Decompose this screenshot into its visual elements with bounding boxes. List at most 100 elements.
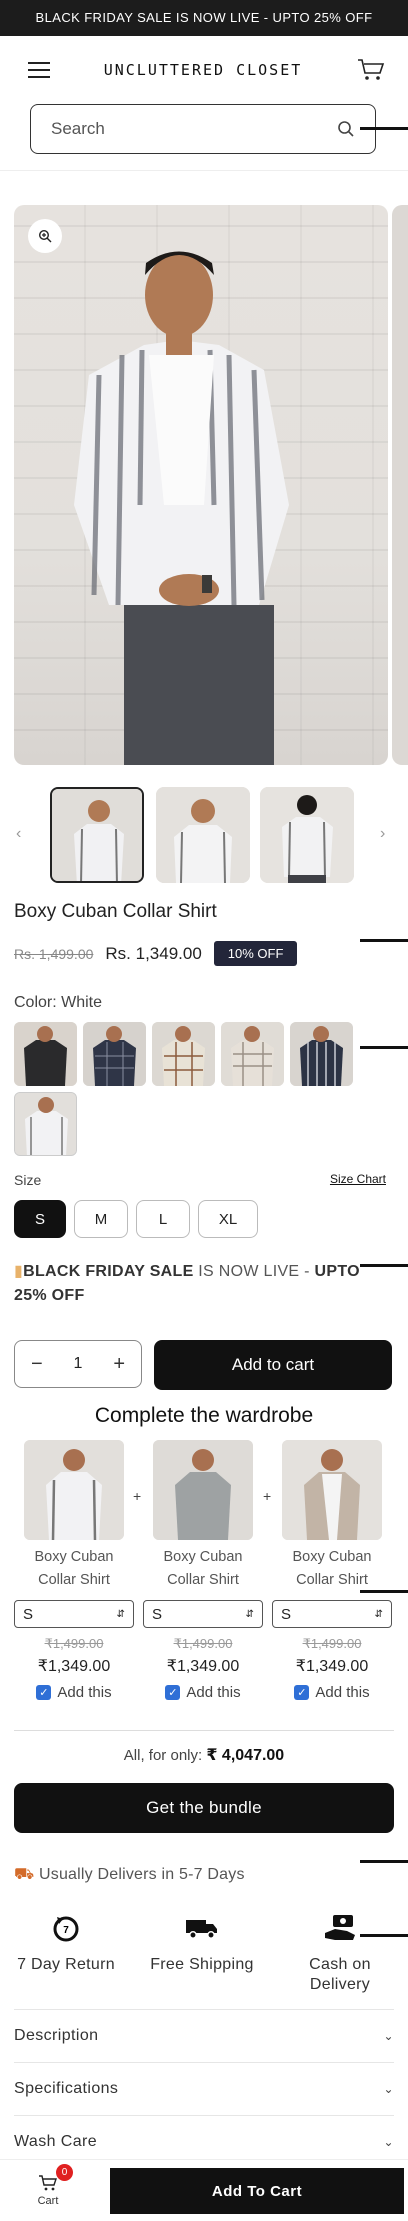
truck-icon: ⛟ bbox=[14, 1866, 35, 1883]
banner-highlight: BLACK FRIDAY SALE bbox=[23, 1263, 194, 1280]
product-title: Boxy Cuban Collar Shirt bbox=[14, 901, 217, 922]
sticky-add-to-cart-button[interactable]: Add To Cart bbox=[110, 2168, 404, 2214]
edge-marker bbox=[360, 1264, 408, 1267]
divider bbox=[14, 1730, 394, 1731]
bundle-compare-price: ₹1,499.00 bbox=[173, 1636, 233, 1651]
feature-item: Free Shipping bbox=[142, 1911, 262, 1975]
price-row: Rs. 1,499.00 Rs. 1,349.00 10% OFF bbox=[14, 941, 408, 966]
bundle-item-name: Boxy Cuban Collar Shirt bbox=[292, 1549, 372, 1588]
bundle-size-value: S bbox=[23, 1605, 34, 1623]
feature-label: Free Shipping bbox=[150, 1956, 254, 1973]
bundle-size-select[interactable]: S ⇵ bbox=[143, 1600, 263, 1628]
bundle-item: Boxy Cuban Collar Shirt S ⇵ ₹1,499.00 ₹1,… bbox=[272, 1440, 392, 1701]
bundle-size-select[interactable]: S ⇵ bbox=[14, 1600, 134, 1628]
edge-marker bbox=[360, 127, 408, 130]
quantity-value[interactable]: 1 bbox=[74, 1355, 83, 1373]
bundle-total: All, for only: ₹ 4,047.00 bbox=[0, 1745, 408, 1765]
next-image-peek[interactable] bbox=[392, 205, 408, 765]
tag-icon: ▮ bbox=[14, 1263, 24, 1280]
features-row: 7 7 Day Return Free Shipping Cash on Del… bbox=[0, 1911, 408, 1999]
sale-price: Rs. 1,349.00 bbox=[105, 943, 202, 963]
chevron-down-icon: ⌄ bbox=[383, 2082, 394, 2096]
edge-marker bbox=[360, 939, 408, 942]
zoom-button[interactable] bbox=[28, 219, 62, 253]
thumbnail[interactable] bbox=[50, 787, 144, 883]
discount-badge: 10% OFF bbox=[213, 941, 298, 966]
checkbox-icon[interactable]: ✓ bbox=[294, 1685, 310, 1700]
get-bundle-button[interactable]: Get the bundle bbox=[14, 1783, 394, 1833]
product-image[interactable] bbox=[14, 205, 388, 765]
thumbnail[interactable] bbox=[156, 787, 250, 883]
bundle-heading: Complete the wardrobe bbox=[94, 1404, 314, 1427]
sale-banner: ▮BLACK FRIDAY SALE IS NOW LIVE - UPTO 25… bbox=[14, 1260, 394, 1308]
bundle-compare-price: ₹1,499.00 bbox=[302, 1636, 362, 1651]
bundle-item-image[interactable] bbox=[24, 1440, 124, 1540]
search-input[interactable]: Search bbox=[30, 104, 376, 154]
delivery-text: Usually Delivers in 5-7 Days bbox=[38, 1866, 245, 1883]
menu-icon[interactable] bbox=[28, 62, 50, 78]
bundle-size-select[interactable]: S ⇵ bbox=[272, 1600, 392, 1628]
feature-label: Cash on Delivery bbox=[309, 1956, 371, 1993]
bundle-add-checkbox[interactable]: ✓ Add this bbox=[143, 1684, 263, 1701]
bundle-section: Boxy Cuban Collar Shirt S ⇵ ₹1,499.00 ₹1,… bbox=[0, 1440, 408, 1730]
header: UNCLUTTERED CLOSET bbox=[0, 36, 408, 104]
color-swatches bbox=[14, 1022, 364, 1156]
updown-icon: ⇵ bbox=[245, 1608, 254, 1620]
checkbox-icon[interactable]: ✓ bbox=[36, 1685, 52, 1700]
sticky-cart-button[interactable]: Cart 0 bbox=[0, 2164, 96, 2207]
search-icon[interactable] bbox=[337, 120, 355, 138]
sticky-cart-bar: Cart 0 Add To Cart bbox=[0, 2159, 408, 2221]
thumbnail-strip: ‹ › bbox=[0, 787, 408, 883]
product-gallery[interactable] bbox=[14, 205, 408, 765]
color-swatch[interactable] bbox=[290, 1022, 353, 1086]
bundle-total-label: All, for only: bbox=[123, 1747, 203, 1764]
bundle-add-checkbox[interactable]: ✓ Add this bbox=[14, 1684, 134, 1701]
size-option-m[interactable]: M bbox=[74, 1200, 128, 1238]
bundle-item-name: Boxy Cuban Collar Shirt bbox=[163, 1549, 243, 1588]
color-swatch[interactable] bbox=[152, 1022, 215, 1086]
minus-icon[interactable]: − bbox=[31, 1353, 43, 1376]
chevron-right-icon[interactable]: › bbox=[380, 825, 385, 843]
page: BLACK FRIDAY SALE IS NOW LIVE - UPTO 25%… bbox=[0, 0, 408, 2221]
divider bbox=[0, 170, 408, 171]
color-swatch[interactable] bbox=[221, 1022, 284, 1086]
bundle-total-price: ₹ 4,047.00 bbox=[206, 1747, 285, 1764]
add-to-cart-button[interactable]: Add to cart bbox=[154, 1340, 392, 1390]
size-option-l[interactable]: L bbox=[136, 1200, 190, 1238]
quantity-stepper[interactable]: − 1 + bbox=[14, 1340, 142, 1388]
size-chart-link[interactable]: Size Chart bbox=[330, 1172, 386, 1188]
chevron-down-icon: ⌄ bbox=[383, 2135, 394, 2149]
color-swatch-selected[interactable] bbox=[14, 1092, 77, 1156]
color-swatch[interactable] bbox=[14, 1022, 77, 1086]
return-icon: 7 bbox=[53, 1916, 79, 1942]
thumbnail[interactable] bbox=[260, 787, 354, 883]
accordion-label: Wash Care bbox=[14, 2133, 98, 2150]
bundle-size-value: S bbox=[152, 1605, 163, 1623]
logo[interactable]: UNCLUTTERED CLOSET bbox=[104, 61, 303, 79]
bundle-price: ₹1,349.00 bbox=[295, 1658, 369, 1675]
edge-marker bbox=[360, 1046, 408, 1049]
bundle-item: Boxy Cuban Collar Shirt S ⇵ ₹1,499.00 ₹1,… bbox=[14, 1440, 134, 1701]
size-option-xl[interactable]: XL bbox=[198, 1200, 258, 1238]
checkbox-icon[interactable]: ✓ bbox=[165, 1685, 181, 1700]
bundle-item-image[interactable] bbox=[153, 1440, 253, 1540]
cart-count-badge: 0 bbox=[56, 2164, 73, 2181]
chevron-down-icon: ⌄ bbox=[383, 2029, 394, 2043]
size-options: S M L XL bbox=[14, 1200, 408, 1238]
feature-item: Cash on Delivery bbox=[280, 1911, 400, 1995]
compare-price: Rs. 1,499.00 bbox=[14, 945, 94, 962]
cash-icon bbox=[325, 1915, 355, 1940]
plus-icon[interactable]: + bbox=[113, 1353, 125, 1376]
size-option-s[interactable]: S bbox=[14, 1200, 66, 1238]
bundle-item-image[interactable] bbox=[282, 1440, 382, 1540]
color-swatch[interactable] bbox=[83, 1022, 146, 1086]
cart-icon[interactable] bbox=[356, 57, 386, 83]
chevron-left-icon[interactable]: ‹ bbox=[16, 825, 21, 843]
size-header: Size Size Chart bbox=[14, 1172, 386, 1188]
accordion-specifications[interactable]: Specifications ⌄ bbox=[14, 2062, 394, 2115]
feature-label: 7 Day Return bbox=[17, 1956, 115, 1973]
delivery-info: ⛟ Usually Delivers in 5-7 Days bbox=[14, 1865, 408, 1885]
accordion-description[interactable]: Description ⌄ bbox=[14, 2009, 394, 2062]
bundle-add-checkbox[interactable]: ✓ Add this bbox=[272, 1684, 392, 1701]
truck-icon bbox=[186, 1920, 217, 1939]
